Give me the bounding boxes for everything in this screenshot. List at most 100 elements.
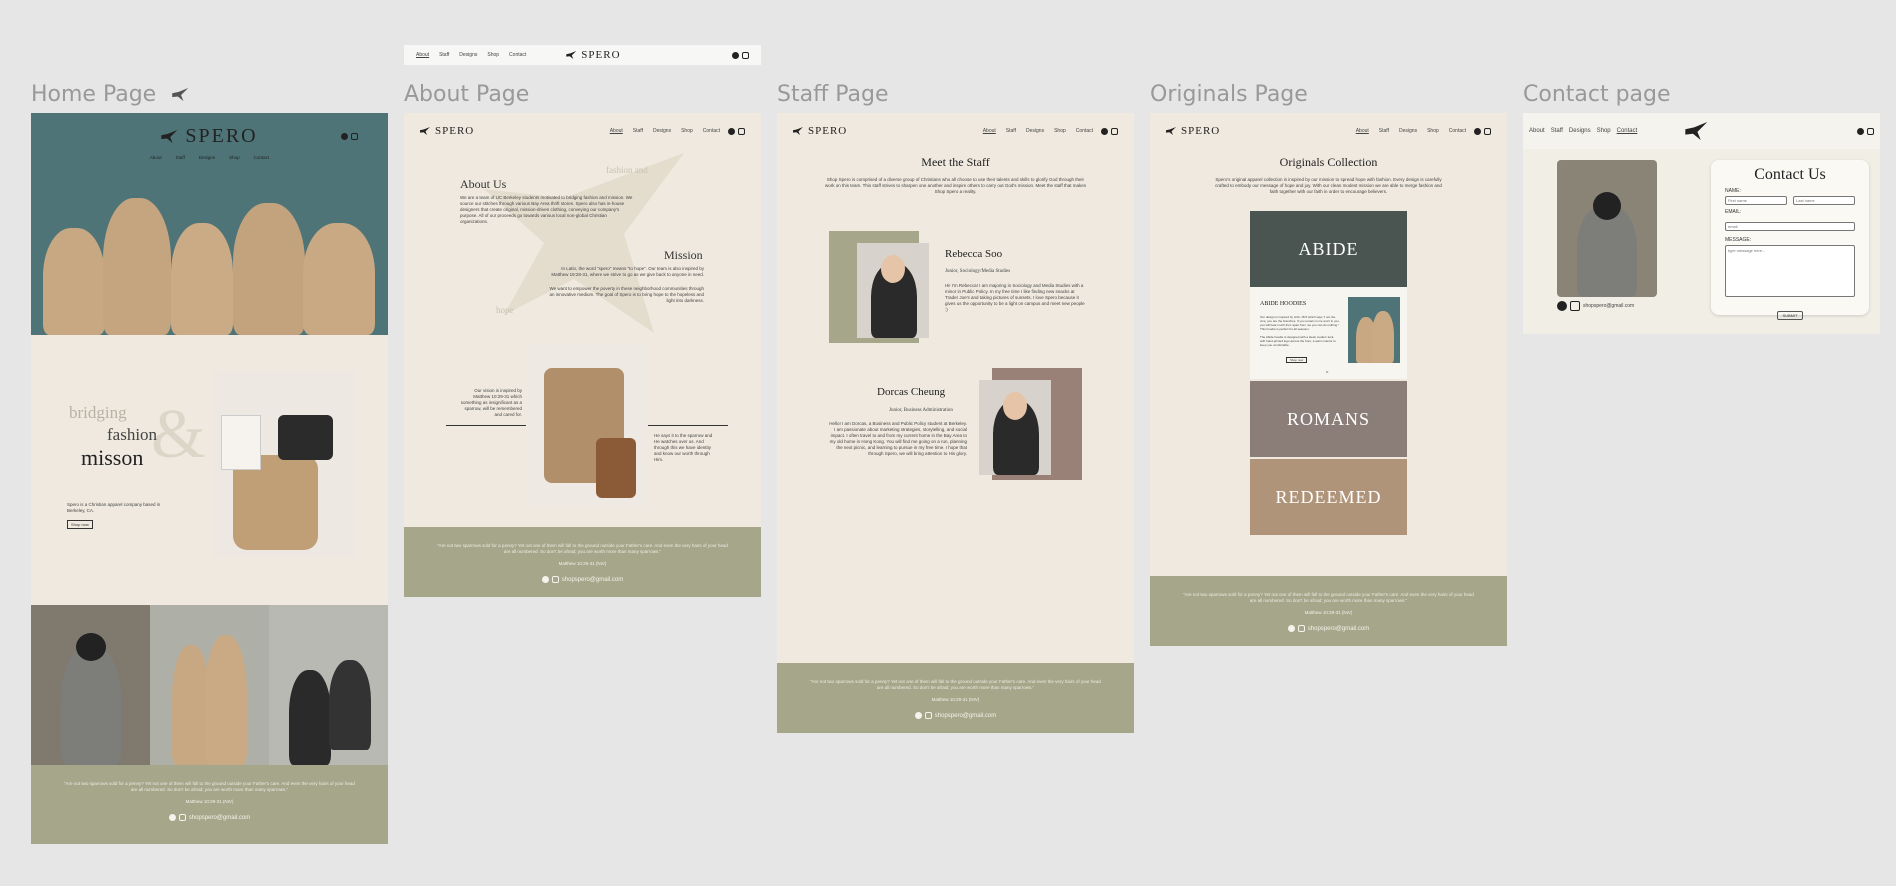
nav-link-about[interactable]: About bbox=[983, 128, 996, 134]
nav-link-staff[interactable]: Staff bbox=[176, 155, 185, 160]
first-name-input[interactable] bbox=[1725, 196, 1787, 205]
instagram-icon[interactable] bbox=[742, 51, 749, 59]
nav-link-staff[interactable]: Staff bbox=[1379, 128, 1389, 134]
logo[interactable]: SPERO bbox=[566, 49, 620, 61]
nav-link-contact[interactable]: Contact bbox=[509, 52, 526, 58]
facebook-icon[interactable] bbox=[1474, 127, 1481, 135]
logo[interactable]: SPERO bbox=[420, 125, 474, 137]
instagram-icon[interactable] bbox=[351, 133, 358, 140]
sparrow-icon bbox=[172, 88, 189, 101]
collection-redeemed[interactable]: REDEEMED bbox=[1250, 459, 1407, 535]
nav-link-about[interactable]: About bbox=[150, 155, 162, 160]
staff-role: Junior, Business Administration bbox=[889, 408, 953, 413]
nav-link-about[interactable]: About bbox=[416, 52, 429, 58]
nav-link-staff[interactable]: Staff bbox=[1006, 128, 1016, 134]
nav-link-contact[interactable]: Contact bbox=[1076, 128, 1093, 134]
last-name-input[interactable] bbox=[1793, 196, 1855, 205]
sparrow-icon bbox=[161, 130, 178, 143]
abide-photo bbox=[1348, 297, 1400, 363]
nav-link-staff[interactable]: Staff bbox=[439, 52, 449, 58]
contact-email[interactable]: shopspero@gmail.com bbox=[1583, 303, 1634, 309]
social-links bbox=[1474, 127, 1491, 135]
footer-email[interactable]: shopspero@gmail.com bbox=[935, 713, 996, 719]
facebook-icon[interactable] bbox=[1287, 625, 1295, 632]
footer-email[interactable]: shopspero@gmail.com bbox=[1308, 626, 1369, 632]
nav-link-designs[interactable]: Designs bbox=[1026, 128, 1044, 134]
instagram-icon[interactable] bbox=[1111, 127, 1118, 135]
hero-logo[interactable]: SPERO bbox=[31, 125, 388, 148]
logo[interactable]: SPERO bbox=[793, 125, 847, 137]
nav-link-designs[interactable]: Designs bbox=[1399, 128, 1417, 134]
facebook-icon[interactable] bbox=[341, 133, 348, 140]
nav-link-about[interactable]: About bbox=[1356, 128, 1369, 134]
shop-now-button[interactable]: Shop now bbox=[67, 520, 93, 529]
instagram-icon[interactable] bbox=[551, 576, 559, 583]
footer-contact: shopspero@gmail.com bbox=[807, 712, 1104, 719]
email-label: EMAIL: bbox=[1725, 209, 1742, 215]
logo[interactable]: SPERO bbox=[1166, 125, 1220, 137]
nav-links: About Staff Designs Shop Contact bbox=[1529, 128, 1637, 134]
instagram-icon[interactable] bbox=[924, 712, 932, 719]
sparrow-icon bbox=[566, 51, 577, 59]
nav-link-shop[interactable]: Shop bbox=[229, 155, 240, 160]
message-textarea[interactable] bbox=[1725, 245, 1855, 297]
page-label-home: Home Page bbox=[31, 82, 189, 107]
chevron-up-icon[interactable]: ^ bbox=[1326, 371, 1328, 377]
sparrow-watermark bbox=[484, 153, 684, 333]
nav-link-contact[interactable]: Contact bbox=[1449, 128, 1466, 134]
email-input[interactable] bbox=[1725, 222, 1855, 231]
nav-link-staff[interactable]: Staff bbox=[1551, 128, 1563, 134]
staff-name: Dorcas Cheung bbox=[877, 386, 946, 398]
facebook-icon[interactable] bbox=[1101, 127, 1108, 135]
nav-link-shop[interactable]: Shop bbox=[487, 52, 499, 58]
nav-link-contact[interactable]: Contact bbox=[254, 155, 270, 160]
nav-link-designs[interactable]: Designs bbox=[1569, 128, 1591, 134]
nav-link-about[interactable]: About bbox=[610, 128, 623, 134]
nav-link-contact[interactable]: Contact bbox=[703, 128, 720, 134]
abide-hoodies-title: ABIDE HOODIES bbox=[1260, 301, 1307, 307]
instagram-icon[interactable] bbox=[1484, 127, 1491, 135]
message-label: MESSAGE: bbox=[1725, 237, 1752, 243]
staff-page-frame: SPERO About Staff Designs Shop Contact M… bbox=[777, 113, 1134, 733]
instagram-icon[interactable] bbox=[1297, 625, 1305, 632]
facebook-icon[interactable] bbox=[1557, 301, 1567, 311]
nav-link-designs[interactable]: Designs bbox=[653, 128, 671, 134]
sparrow-logo-icon[interactable] bbox=[1685, 122, 1708, 140]
nav-link-shop[interactable]: Shop bbox=[681, 128, 693, 134]
instagram-icon[interactable] bbox=[1867, 127, 1874, 135]
instagram-icon[interactable] bbox=[1570, 301, 1580, 311]
nav-link-designs[interactable]: Designs bbox=[199, 155, 215, 160]
nav-link-about[interactable]: About bbox=[1529, 128, 1545, 134]
nav-link-contact[interactable]: Contact bbox=[1617, 128, 1638, 134]
shop-now-button[interactable]: Shop now bbox=[1286, 357, 1308, 363]
hero-nav: About Staff Designs Shop Contact bbox=[31, 155, 388, 160]
social-links bbox=[732, 51, 749, 59]
collection-romans[interactable]: ROMANS bbox=[1250, 381, 1407, 457]
facebook-icon[interactable] bbox=[732, 51, 739, 59]
nav-link-designs[interactable]: Designs bbox=[459, 52, 477, 58]
instagram-icon[interactable] bbox=[738, 127, 745, 135]
staff-title: Meet the Staff bbox=[921, 155, 990, 169]
facebook-icon[interactable] bbox=[728, 127, 735, 135]
footer-email[interactable]: shopspero@gmail.com bbox=[562, 577, 623, 583]
staff-photo-rebecca bbox=[857, 243, 929, 338]
product-photo bbox=[213, 370, 355, 558]
social-links bbox=[1101, 127, 1118, 135]
facebook-icon[interactable] bbox=[1857, 127, 1864, 135]
facebook-icon[interactable] bbox=[541, 576, 549, 583]
instagram-icon[interactable] bbox=[178, 814, 186, 821]
page-label-staff: Staff Page bbox=[777, 82, 889, 107]
divider-right bbox=[648, 425, 728, 426]
nav-link-staff[interactable]: Staff bbox=[633, 128, 643, 134]
staff-intro: Shop Spero is comprised of a diverse gro… bbox=[825, 177, 1086, 194]
footer-verse: "Are not two sparrows sold for a penny? … bbox=[437, 543, 728, 554]
facebook-icon[interactable] bbox=[168, 814, 176, 821]
collection-abide[interactable]: ABIDE bbox=[1250, 211, 1407, 287]
footer-email[interactable]: shopspero@gmail.com bbox=[189, 815, 250, 821]
submit-button[interactable]: SUBMIT bbox=[1777, 311, 1803, 320]
abide-hoodies-text: Our design is inspired by John 15:5 whic… bbox=[1260, 315, 1340, 331]
nav-link-shop[interactable]: Shop bbox=[1054, 128, 1066, 134]
nav-link-shop[interactable]: Shop bbox=[1427, 128, 1439, 134]
nav-link-shop[interactable]: Shop bbox=[1597, 128, 1611, 134]
facebook-icon[interactable] bbox=[914, 712, 922, 719]
